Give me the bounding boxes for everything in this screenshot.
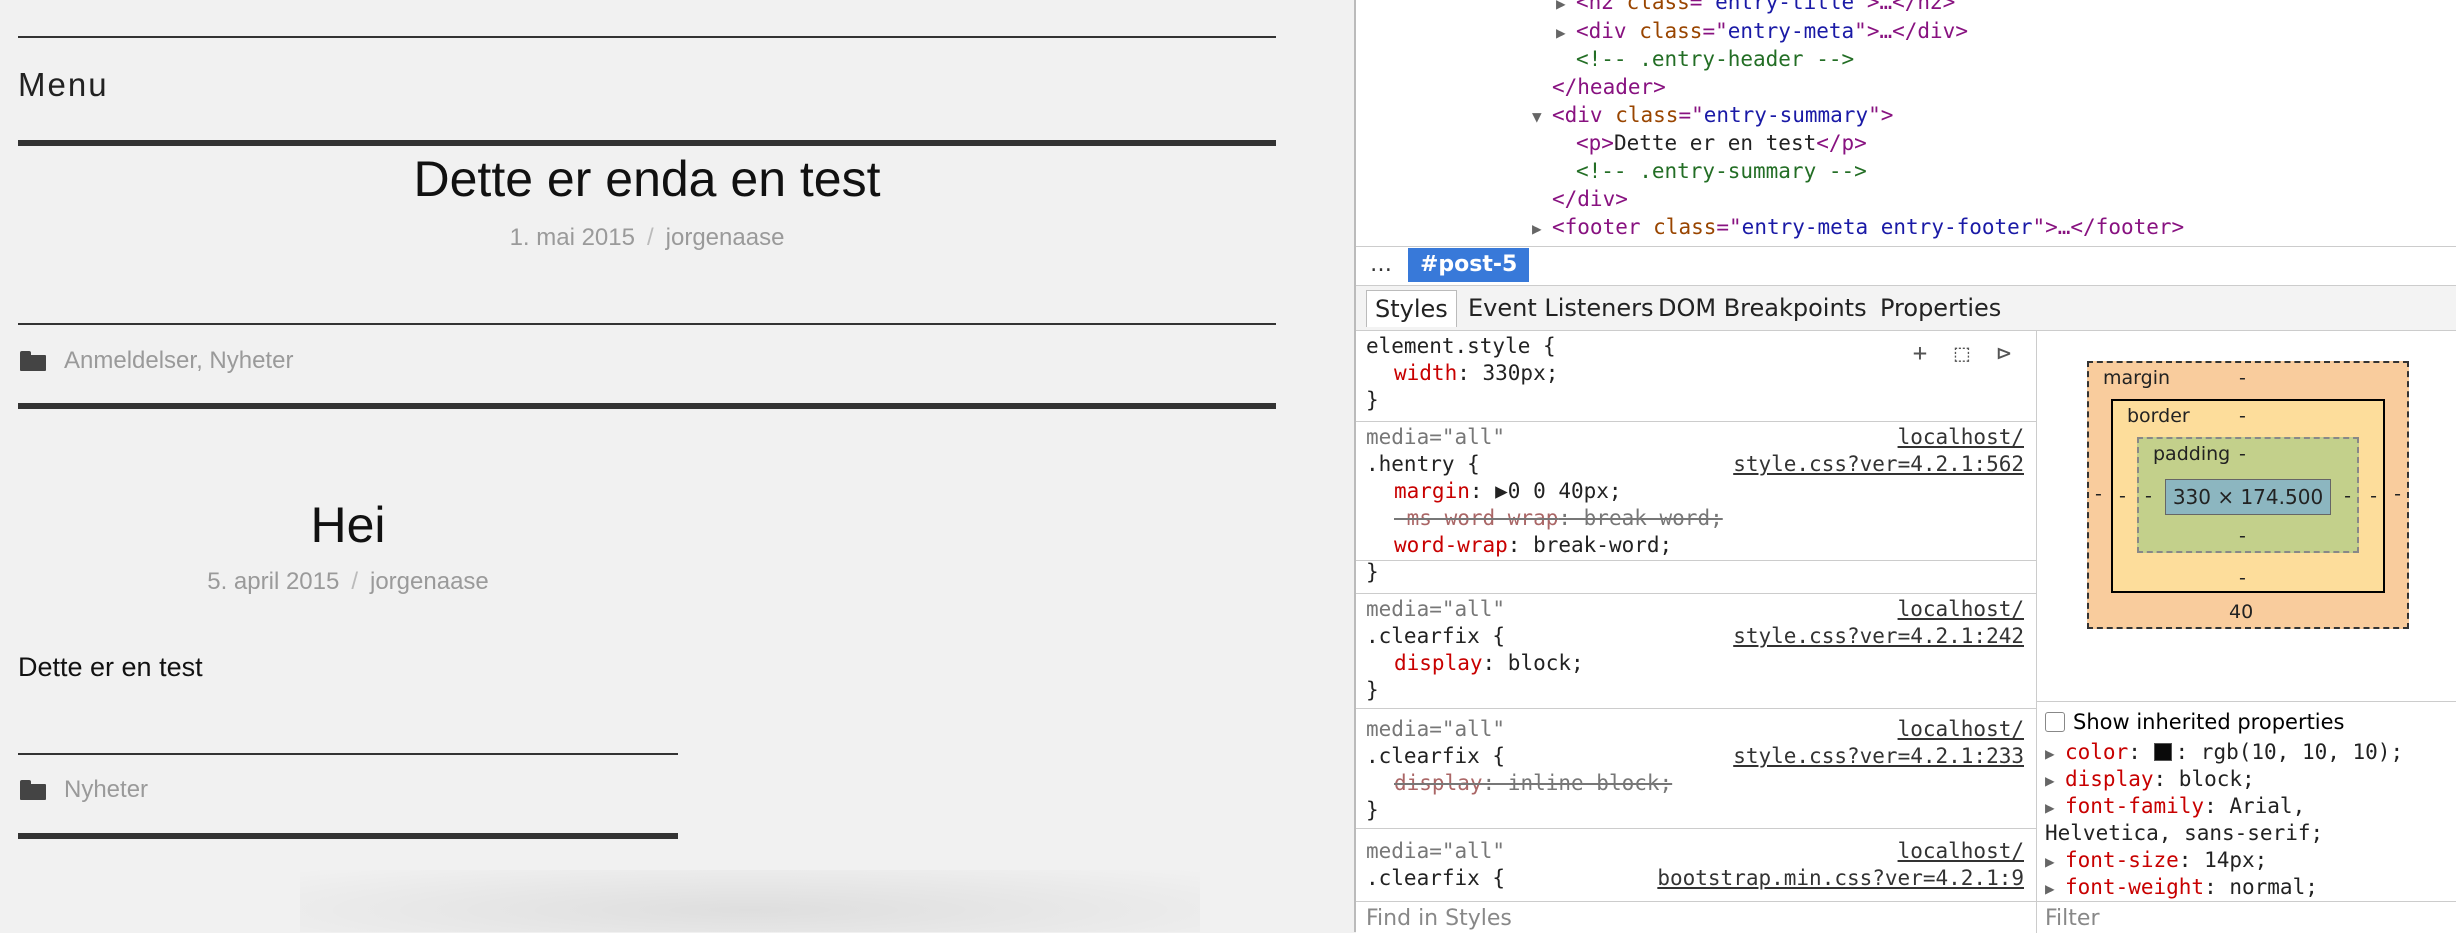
post-meta-2: 5. april 2015 / jorgenaase <box>18 568 678 596</box>
dom-node-entry-summary[interactable]: ▼ <div class="entry-summary"> <box>1532 101 1893 131</box>
source-link[interactable]: localhost/ <box>1898 838 2024 865</box>
dom-close-header[interactable]: </header> <box>1552 73 1666 101</box>
style-declaration-overridden[interactable]: -ms-word-wrap: break-word; <box>1394 505 1723 532</box>
dom-node-entry-meta[interactable]: ▶ <div class="entry-meta">…</div> <box>1556 17 1968 47</box>
expand-triangle-icon[interactable]: ▶ <box>1532 215 1552 243</box>
styles-pane: + ⬚ ⊳ element.style { width: 330px; } me… <box>1356 331 2036 901</box>
show-inherited-toggle[interactable]: Show inherited properties <box>2045 708 2345 736</box>
post-author-2[interactable]: jorgenaase <box>370 568 489 595</box>
post-title-2[interactable]: Hei <box>18 496 678 554</box>
style-declaration[interactable]: display: block; <box>1394 650 1584 677</box>
computed-property[interactable]: ▶ font-weight: normal; <box>2045 873 2318 902</box>
color-swatch-icon[interactable] <box>2153 743 2172 761</box>
style-declaration[interactable]: width: 330px; <box>1394 360 1558 387</box>
rule-toolbar: + ⬚ ⊳ <box>1906 339 2018 367</box>
computed-property-continuation: Helvetica, sans-serif; <box>2045 821 2324 845</box>
breadcrumb-ellipsis[interactable]: … <box>1370 252 1392 277</box>
breadcrumb: … #post-5 <box>1356 246 2456 286</box>
tab-properties[interactable]: Properties <box>1872 290 2009 326</box>
element-style-selector[interactable]: element.style { <box>1366 333 1556 360</box>
post-date-2[interactable]: 5. april 2015 <box>207 568 339 595</box>
post-date-1[interactable]: 1. mai 2015 <box>510 224 635 251</box>
expand-triangle-icon[interactable]: ▶ <box>1556 0 1576 18</box>
computed-property[interactable]: ▶ color: : rgb(10, 10, 10); <box>2045 738 2403 768</box>
expand-triangle-icon[interactable]: ▶ <box>2045 848 2065 876</box>
element-state-icon[interactable]: ⬚ <box>1948 339 1976 367</box>
dom-tree: ▶ <h2 class="entry-title">…</h2> ▶ <div cl… <box>1356 0 2456 244</box>
computed-property[interactable]: ▶ font-size: 14px; <box>2045 846 2267 876</box>
post-2-categories: Nyheter <box>20 776 148 804</box>
post-excerpt-2: Dette er en test <box>18 652 203 682</box>
post-1-categories: Anmeldelser, Nyheter <box>20 347 293 375</box>
tab-event-listeners[interactable]: Event Listeners <box>1460 290 1661 326</box>
style-declaration[interactable]: margin: ▶0 0 40px; <box>1394 478 1622 505</box>
tab-styles[interactable]: Styles <box>1366 290 1457 327</box>
post-meta-1: 1. mai 2015 / jorgenaase <box>18 224 1276 252</box>
dom-comment-entry-header[interactable]: <!-- .entry-header --> <box>1576 45 1854 73</box>
post-1-end-divider <box>18 403 1276 409</box>
style-declaration[interactable]: word-wrap: break-word; <box>1394 532 1672 559</box>
breadcrumb-active-post-5[interactable]: #post-5 <box>1408 248 1530 282</box>
style-rule-clearfix-bootstrap: media="all" localhost/ .clearfix { boots… <box>1366 838 2024 892</box>
post-2-end-divider <box>18 833 678 839</box>
style-rule-clearfix-242: media="all" localhost/ .clearfix { style… <box>1356 593 2036 709</box>
dom-comment-entry-summary[interactable]: <!-- .entry-summary --> <box>1576 157 1867 185</box>
expand-triangle-icon[interactable]: ▶ <box>2045 875 2065 902</box>
collapse-triangle-icon[interactable]: ▼ <box>1532 103 1552 131</box>
expand-triangle-icon[interactable]: ▶ <box>2045 767 2065 795</box>
style-rule-hentry: media="all" localhost/ .hentry { style.c… <box>1356 422 2036 561</box>
post-2-footer-divider <box>18 753 678 755</box>
post-1-footer-divider <box>18 323 1276 325</box>
dom-close-div[interactable]: </div> <box>1552 185 1628 213</box>
post-title-1[interactable]: Dette er enda en test <box>18 150 1276 208</box>
find-in-styles-input[interactable]: Find in Styles <box>1356 901 2036 933</box>
page-shadow <box>300 870 1200 932</box>
expand-triangle-icon[interactable]: ▶ <box>2045 794 2065 822</box>
box-model-content[interactable]: 330 × 174.500 <box>2165 479 2331 515</box>
source-link[interactable]: localhost/ <box>1898 596 2024 623</box>
source-link[interactable]: style.css?ver=4.2.1:242 <box>1733 623 2024 650</box>
source-link[interactable]: style.css?ver=4.2.1:562 <box>1733 451 2024 478</box>
dom-node-footer[interactable]: ▶ <footer class="entry-meta entry-footer"… <box>1532 213 2184 243</box>
top-divider <box>18 36 1276 38</box>
sidebar-tabs: Styles Event Listeners DOM Breakpoints P… <box>1356 286 2456 331</box>
dom-node-h2[interactable]: ▶ <h2 class="entry-title">…</h2> <box>1556 0 1955 18</box>
style-declaration-overridden[interactable]: display: inline-block; <box>1394 770 1672 797</box>
filter-input[interactable]: Filter <box>2036 901 2456 933</box>
computed-property[interactable]: ▶ display: block; <box>2045 765 2255 795</box>
devtools-panel: ▶ <h2 class="entry-title">…</h2> ▶ <div cl… <box>1354 0 2456 933</box>
show-inherited-checkbox[interactable] <box>2045 712 2065 732</box>
source-link[interactable]: localhost/ <box>1898 424 2024 451</box>
animations-icon[interactable]: ⊳ <box>1990 339 2018 367</box>
menu-divider <box>18 140 1276 146</box>
style-rule-element: + ⬚ ⊳ element.style { width: 330px; } <box>1356 331 2036 422</box>
source-link[interactable]: localhost/ <box>1898 716 2024 743</box>
computed-property[interactable]: ▶ font-family: Arial, <box>2045 792 2305 822</box>
tab-dom-breakpoints[interactable]: DOM Breakpoints <box>1650 290 1875 326</box>
category-links-2[interactable]: Nyheter <box>64 776 148 804</box>
dom-node-p[interactable]: <p>Dette er en test</p> <box>1576 129 1867 157</box>
category-links-1[interactable]: Anmeldelser, Nyheter <box>64 347 293 375</box>
post-author-1[interactable]: jorgenaase <box>666 224 785 251</box>
box-model-border[interactable]: border - - - - padding - - - - 330 × 174… <box>2111 399 2385 593</box>
meta-separator: / <box>351 568 358 595</box>
box-model-padding[interactable]: padding - - - - 330 × 174.500 <box>2137 437 2359 553</box>
folder-icon <box>20 351 46 371</box>
computed-styles: Show inherited properties ▶ color: : rgb(… <box>2036 701 2456 902</box>
meta-separator: / <box>646 224 654 251</box>
menu-toggle[interactable]: Menu <box>18 66 109 104</box>
new-rule-icon[interactable]: + <box>1906 339 1934 367</box>
web-page: Menu Dette er enda en test 1. mai 2015 / j… <box>0 0 1354 932</box>
source-link[interactable]: bootstrap.min.css?ver=4.2.1:9 <box>1657 865 2024 892</box>
expand-triangle-icon[interactable]: ▶ <box>2045 740 2065 768</box>
expand-triangle-icon[interactable]: ▶ <box>1556 19 1576 47</box>
box-model-margin[interactable]: margin - - - 40 border - - - - padding -… <box>2087 361 2409 629</box>
folder-icon <box>20 780 46 800</box>
box-model: margin - - - 40 border - - - - padding -… <box>2036 331 2456 701</box>
style-rule-clearfix-233: media="all" localhost/ .clearfix { style… <box>1356 714 2036 829</box>
source-link[interactable]: style.css?ver=4.2.1:233 <box>1733 743 2024 770</box>
